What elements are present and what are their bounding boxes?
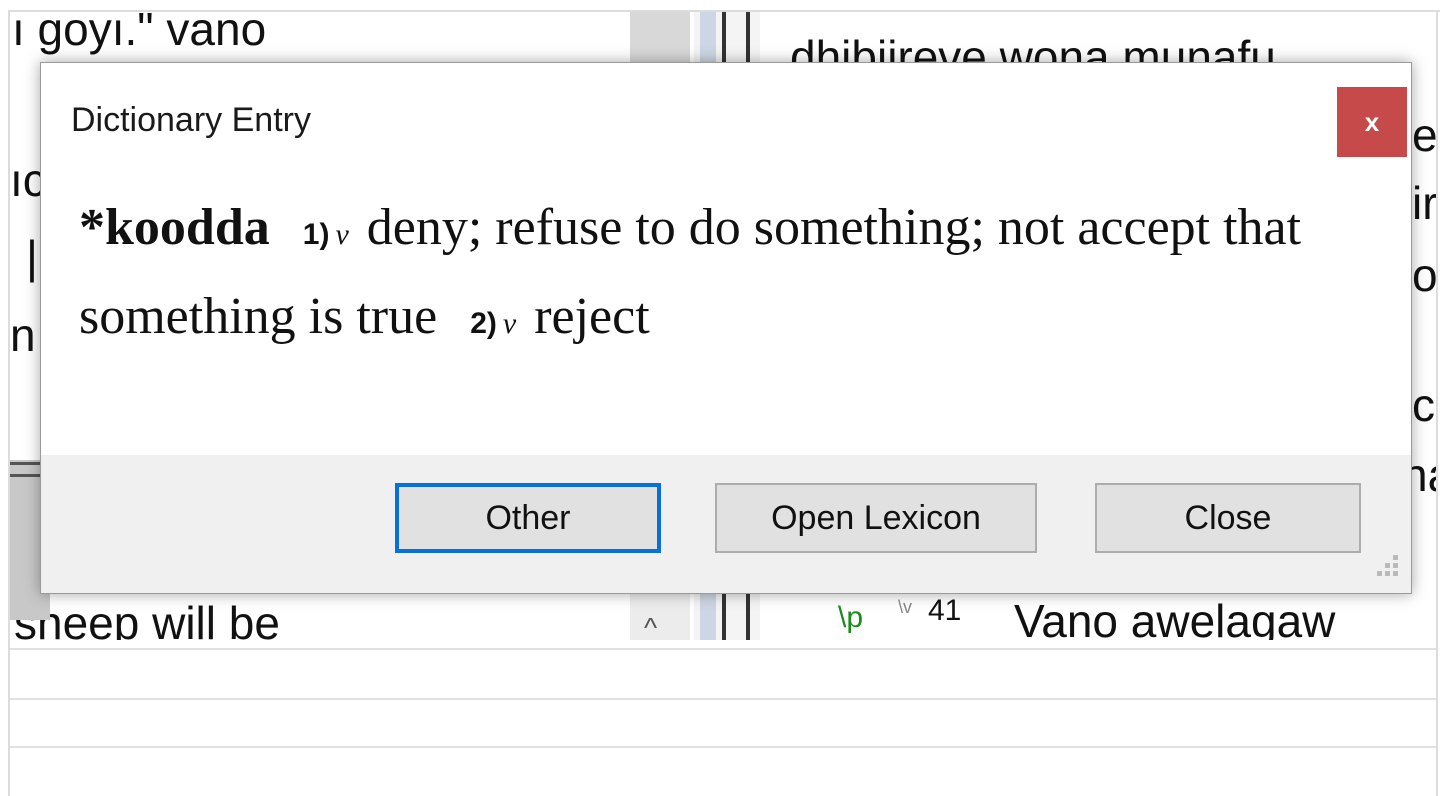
other-button[interactable]: Other [395,483,661,553]
dialog-footer: Other Open Lexicon Close [41,455,1411,593]
open-lexicon-button[interactable]: Open Lexicon [715,483,1037,553]
horizontal-splitter-line[interactable] [10,462,40,465]
frame-border-right [1436,10,1438,796]
right-pane-fragment: c [1412,379,1435,431]
right-pane-bottom-line: Vano awelagaw [1014,595,1336,640]
part-of-speech: v [335,218,349,251]
horizontal-splitter-line[interactable] [10,474,40,477]
headword: *koodda [79,199,270,256]
part-of-speech: v [502,307,517,340]
left-pane-top-line: ı goyı." vano [12,12,267,55]
sense-number: 1) [302,218,330,251]
dictionary-entry-dialog: Dictionary Entry x *koodda 1) v deny; refu… [40,62,1412,594]
scroll-up-icon[interactable]: ^ [644,614,657,642]
verse-marker: \v [898,597,913,617]
divider-line [10,648,1436,650]
paragraph-marker: \p [838,601,864,634]
divider-line [10,698,1436,700]
close-button[interactable]: Close [1095,483,1361,553]
dictionary-entry-text: *koodda 1) v deny; refuse to do something;… [79,187,1369,365]
resize-grip-icon[interactable] [1369,551,1405,587]
sense-gloss: reject [534,288,650,345]
right-pane-fragment: ir [1412,177,1436,229]
verse-number: 41 [928,594,962,627]
close-icon[interactable]: x [1337,87,1407,157]
right-pane-fragment: e [1412,109,1436,161]
left-pane-fragment: n [10,309,36,361]
left-pane-fragment: | [26,231,38,283]
left-pane-bottom-line: sheep will be [14,597,280,640]
divider-line [10,746,1436,748]
dialog-title: Dictionary Entry [71,101,311,139]
right-pane-fragment: o [1412,249,1436,301]
sense-number: 2) [470,307,497,340]
